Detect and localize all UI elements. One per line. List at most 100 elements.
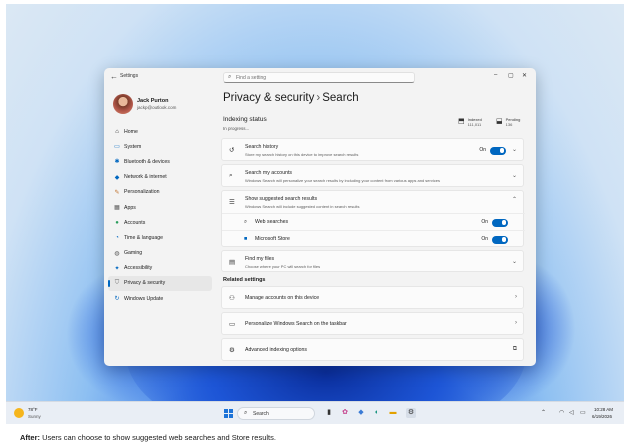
card-description: Windows Search will personalize your sea… [245,178,440,183]
sidebar-item-label: Apps [124,204,136,211]
sidebar-item-label: System [124,143,142,150]
volume-icon[interactable]: ◁ [569,409,574,416]
task-view-icon[interactable]: ▮ [324,408,334,418]
sidebar: Jack Purton jackp@outlook.com ⌂ Home ▭ Sys… [104,86,214,366]
wifi-icon: ◆ [114,174,120,181]
find-setting-search-box[interactable]: ⌕ Find a setting [223,72,415,83]
sidebar-item-system[interactable]: ▭ System [108,139,212,154]
sidebar-item-windows-update[interactable]: ↻ Windows Update [108,291,212,306]
sidebar-item-apps[interactable]: ▦ Apps [108,200,212,215]
edge-icon[interactable]: ◐ [372,408,382,418]
chevron-right-icon: › [515,320,517,326]
copilot-icon[interactable]: ✿ [340,408,350,418]
chevron-down-icon[interactable]: ⌄ [512,258,517,265]
sidebar-item-label: Privacy & security [124,280,166,287]
sidebar-item-network[interactable]: ◆ Network & internet [108,170,212,185]
search-history-card[interactable]: ↺ Search history Store my search history… [221,138,524,161]
link-label: Personalize Windows Search on the taskba… [245,321,347,327]
pending-value: 136 [505,122,513,127]
card-title: Find my files [245,256,275,262]
toggle-state-label: On [481,219,488,225]
search-icon: ⌕ [244,219,248,225]
history-icon: ↺ [229,147,235,154]
sidebar-item-label: Network & internet [124,174,167,181]
bluetooth-icon: ✱ [114,159,120,166]
accounts-icon: ⚇ [229,295,235,302]
breadcrumb-separator: › [316,92,321,104]
back-arrow-icon[interactable]: ← [110,72,118,81]
taskbar-search-box[interactable]: ⌕ Search [237,407,315,420]
battery-icon[interactable]: ▭ [580,409,586,416]
personalize-search-link[interactable]: ▭ Personalize Windows Search on the task… [221,312,524,335]
microsoft-store-toggle[interactable] [492,235,508,244]
manage-accounts-link[interactable]: ⚇ Manage accounts on this device › [221,286,524,309]
home-icon: ⌂ [115,128,119,135]
search-history-toggle[interactable] [490,146,506,155]
toggle-state-label: On [479,147,486,153]
search-icon: ⌕ [228,74,232,80]
person-icon: ● [115,219,119,226]
pending-stat: ⬓ Pending 136 [496,117,520,127]
sidebar-item-label: Personalization [124,189,160,196]
indexing-status-title: Indexing status [223,116,267,123]
maximize-icon[interactable]: ▢ [508,72,514,79]
taskbar: 78°F Sunny ⌕ Search ▮ ✿ ◆ ◐ ▬ ⚙ ⌃ ◠ ◁ ▭ … [6,401,624,424]
start-button[interactable] [224,409,233,418]
weather-temperature[interactable]: 78°F [28,407,38,412]
desktop: ← Settings ⌕ Find a setting – ▢ ✕ Jack P… [6,4,624,424]
shield-icon: ⛉ [114,279,120,286]
find-my-files-card[interactable]: ▤ Find my files Choose where your PC wil… [221,250,524,272]
file-explorer-icon[interactable]: ▬ [388,408,398,418]
main-content: Privacy & security › Search Indexing statu… [214,86,536,366]
search-my-accounts-card[interactable]: ⌕ Search my accounts Windows Search will… [221,164,524,187]
sun-icon[interactable] [14,408,24,418]
settings-app-icon[interactable]: ⚙ [406,408,416,418]
toggle-state-label: On [481,236,488,242]
microsoft-store-label: Microsoft Store [255,236,290,242]
chevron-right-icon: › [515,294,517,300]
sidebar-item-label: Bluetooth & devices [124,158,170,165]
breadcrumb-parent[interactable]: Privacy & security [223,92,314,104]
sidebar-item-home[interactable]: ⌂ Home [108,124,212,139]
search-icon: ⌕ [244,410,248,416]
apps-icon: ▦ [114,205,120,212]
close-icon[interactable]: ✕ [522,72,527,79]
store-icon: ■ [244,236,248,242]
caption-text: Users can choose to show suggested web s… [40,433,276,442]
indexed-stat: ⬒ Indexed 111,011 [458,117,482,127]
chevron-down-icon[interactable]: ⌄ [512,172,517,179]
monitor-icon: ▭ [114,144,120,151]
card-title: Show suggested search results [245,196,318,202]
widgets-icon[interactable]: ◆ [356,408,366,418]
web-searches-label: Web searches [255,219,289,225]
sidebar-item-accounts[interactable]: ● Accounts [108,215,212,230]
indexed-icon: ⬒ [458,118,465,125]
sidebar-item-bluetooth[interactable]: ✱ Bluetooth & devices [108,154,212,169]
chevron-down-icon[interactable]: ⌄ [512,146,517,153]
sidebar-item-personalization[interactable]: ✎ Personalization [108,185,212,200]
clock-time[interactable]: 10:28 AM [594,407,613,412]
sidebar-item-time-language[interactable]: ◔ Time & language [108,230,212,245]
sidebar-item-privacy-security[interactable]: ⛉ Privacy & security [108,275,212,292]
clock-date[interactable]: 6/19/2026 [592,414,612,419]
chevron-up-icon[interactable]: ⌃ [541,409,546,416]
chevron-up-icon[interactable]: ⌃ [512,196,517,203]
web-searches-row: ⌕ Web searches On [222,213,525,230]
accessibility-icon: ✦ [114,265,120,272]
weather-description[interactable]: Sunny [28,414,41,419]
wifi-icon[interactable]: ◠ [559,409,564,416]
link-label: Manage accounts on this device [245,295,320,301]
update-icon: ↻ [114,296,120,303]
advanced-indexing-link[interactable]: ⚙ Advanced indexing options ⧉ [221,338,524,361]
settings-window: ← Settings ⌕ Find a setting – ▢ ✕ Jack P… [104,68,536,366]
sidebar-item-gaming[interactable]: ◍ Gaming [108,246,212,261]
sidebar-nav: ⌂ Home ▭ System ✱ Bluetooth & devices ◆ Netw… [108,124,212,306]
caption-lead: After: [20,433,40,442]
microsoft-store-row: ■ Microsoft Store On [222,230,525,247]
sidebar-item-accessibility[interactable]: ✦ Accessibility [108,261,212,276]
sidebar-item-label: Home [124,128,138,135]
list-icon: ☰ [229,199,235,206]
minimize-icon[interactable]: – [494,72,497,78]
sidebar-item-label: Accounts [124,219,146,226]
web-searches-toggle[interactable] [492,218,508,227]
